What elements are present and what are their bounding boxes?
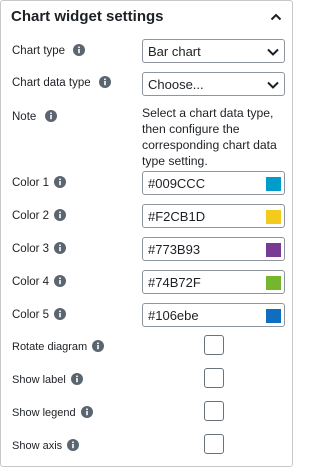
checkbox[interactable] — [204, 434, 224, 454]
color-label: Color 5 — [12, 309, 50, 321]
checkbox-label: Show axis — [12, 440, 63, 452]
note-label: Note — [12, 111, 37, 123]
color-label-wrap: Color 3 — [12, 242, 67, 255]
color-label-wrap: Color 5 — [12, 308, 67, 321]
color-label-wrap: Color 1 — [12, 176, 67, 189]
color-field — [142, 303, 285, 327]
color-swatch[interactable] — [266, 309, 281, 323]
chart-type-select[interactable]: Bar chart — [142, 39, 285, 63]
color-field — [142, 237, 285, 261]
checkbox[interactable] — [204, 401, 224, 421]
color-label-wrap: Color 2 — [12, 209, 67, 222]
color-swatch[interactable] — [266, 276, 281, 290]
chevron-up-icon[interactable] — [268, 9, 284, 25]
chart-data-type-label-wrap: Chart data type — [12, 76, 111, 89]
color-field — [142, 204, 285, 228]
panel-title: Chart widget settings — [11, 8, 164, 25]
chart-widget-settings-panel: Chart widget settings Chart type Bar cha… — [0, 0, 293, 467]
color-field — [142, 270, 285, 294]
info-icon[interactable] — [80, 406, 93, 418]
chart-data-type-select[interactable]: Choose... — [142, 72, 285, 96]
info-icon[interactable] — [54, 176, 67, 188]
checkbox[interactable] — [204, 335, 224, 355]
color-label: Color 3 — [12, 243, 50, 255]
panel-header: Chart widget settings — [11, 7, 284, 27]
color-label: Color 4 — [12, 276, 50, 288]
color-hex-input[interactable] — [148, 175, 258, 191]
info-icon[interactable] — [67, 439, 80, 451]
info-icon[interactable] — [54, 308, 67, 320]
note-text: Select a chart data type, then configure… — [142, 106, 277, 168]
checkbox[interactable] — [204, 368, 224, 388]
info-icon[interactable] — [70, 373, 83, 385]
chart-type-label-wrap: Chart type — [12, 44, 86, 57]
color-hex-input[interactable] — [148, 241, 258, 257]
color-swatch[interactable] — [266, 243, 281, 257]
checkbox-label-wrap: Show axis — [12, 439, 80, 452]
color-hex-input[interactable] — [148, 274, 258, 290]
checkbox-label-wrap: Show legend — [12, 406, 93, 419]
note-label-wrap: Note — [12, 110, 57, 123]
color-field — [142, 171, 285, 195]
color-label-wrap: Color 4 — [12, 275, 67, 288]
info-icon[interactable] — [54, 242, 67, 254]
color-swatch[interactable] — [266, 210, 281, 224]
info-icon[interactable] — [98, 76, 111, 88]
checkbox-label-wrap: Rotate diagram — [12, 340, 105, 353]
color-label: Color 1 — [12, 177, 50, 189]
color-label: Color 2 — [12, 210, 50, 222]
info-icon[interactable] — [54, 209, 67, 221]
checkbox-label-wrap: Show label — [12, 373, 83, 386]
info-icon[interactable] — [73, 44, 86, 56]
info-icon[interactable] — [44, 110, 57, 122]
info-icon[interactable] — [54, 275, 67, 287]
color-hex-input[interactable] — [148, 307, 258, 323]
checkbox-label: Show label — [12, 374, 66, 386]
info-icon[interactable] — [92, 340, 105, 352]
color-hex-input[interactable] — [148, 208, 258, 224]
chart-type-label: Chart type — [12, 45, 66, 57]
color-swatch[interactable] — [266, 177, 281, 191]
checkbox-label: Show legend — [12, 407, 76, 419]
checkbox-label: Rotate diagram — [12, 341, 88, 353]
chart-data-type-label: Chart data type — [12, 77, 91, 89]
